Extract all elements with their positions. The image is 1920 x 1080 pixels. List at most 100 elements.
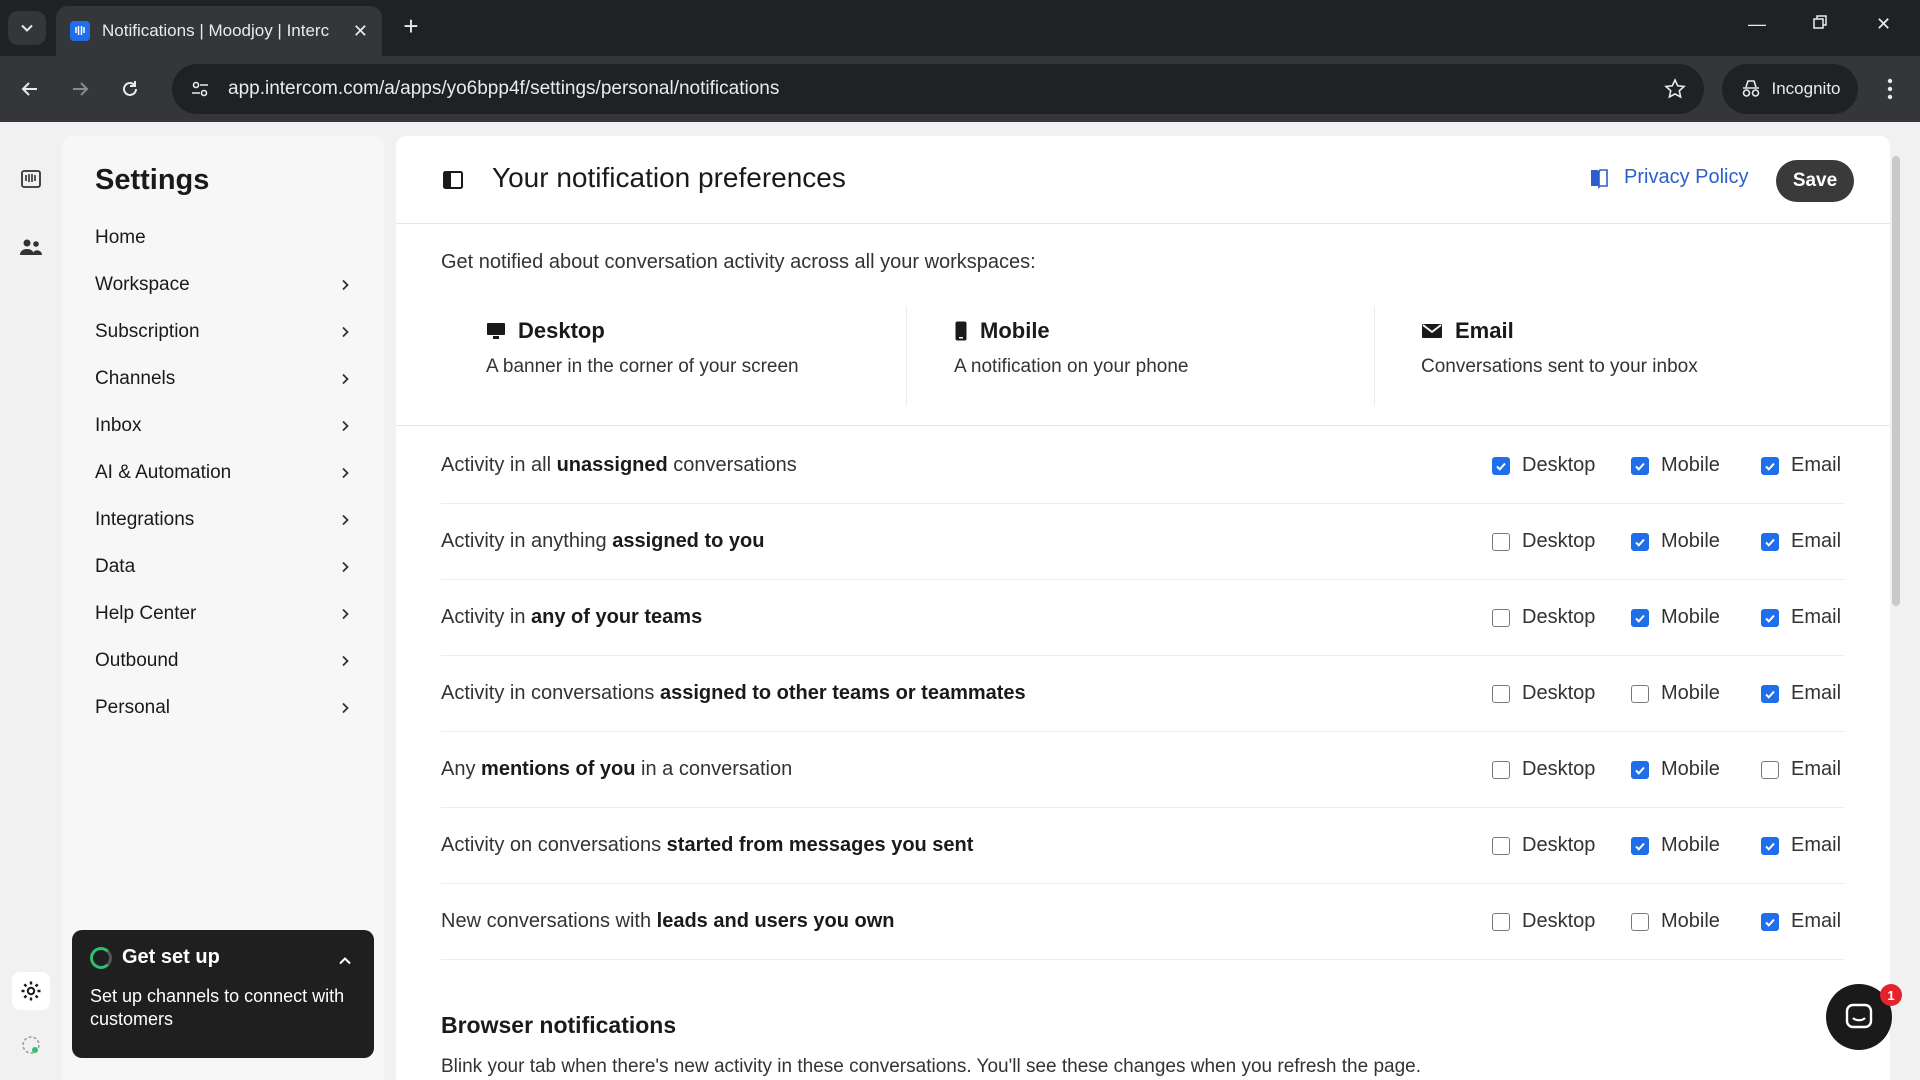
- window-close-icon[interactable]: ✕: [1876, 14, 1891, 35]
- sidebar-item-personal[interactable]: Personal: [95, 688, 351, 728]
- mobile-option[interactable]: Mobile: [1631, 682, 1720, 705]
- sidebar-item-inbox[interactable]: Inbox: [95, 406, 351, 446]
- email-checkbox[interactable]: [1761, 836, 1779, 855]
- desktop-checkbox[interactable]: [1492, 608, 1510, 627]
- sidebar-item-subscription[interactable]: Subscription: [95, 312, 351, 352]
- mobile-option[interactable]: Mobile: [1631, 606, 1720, 629]
- desktop-option[interactable]: Desktop: [1492, 834, 1595, 857]
- mobile-checkbox[interactable]: [1631, 608, 1649, 627]
- sidebar-item-outbound[interactable]: Outbound: [95, 641, 351, 681]
- sidebar-item-channels[interactable]: Channels: [95, 359, 351, 399]
- email-checkbox[interactable]: [1761, 532, 1779, 551]
- email-checkbox[interactable]: [1761, 456, 1779, 475]
- tab-search-button[interactable]: [8, 11, 46, 45]
- desktop-checkbox[interactable]: [1492, 456, 1510, 475]
- mobile-checkbox[interactable]: [1631, 684, 1649, 703]
- address-bar[interactable]: app.intercom.com/a/apps/yo6bpp4f/setting…: [172, 64, 1704, 114]
- email-option[interactable]: Email: [1761, 606, 1841, 629]
- mobile-option[interactable]: Mobile: [1631, 454, 1720, 477]
- email-option[interactable]: Email: [1761, 910, 1841, 933]
- site-settings-icon[interactable]: [190, 79, 210, 99]
- more-vertical-icon: [1887, 78, 1893, 100]
- preference-label: Activity in any of your teams: [441, 606, 702, 629]
- desktop-option[interactable]: Desktop: [1492, 910, 1595, 933]
- tab-close-icon[interactable]: ✕: [353, 21, 368, 42]
- chevron-down-icon: [21, 24, 33, 32]
- desktop-checkbox[interactable]: [1492, 912, 1510, 931]
- preference-row: Activity on conversations started from m…: [441, 808, 1844, 884]
- forward-button[interactable]: [64, 73, 96, 105]
- preference-label-text: in a conversation: [635, 758, 793, 780]
- save-button[interactable]: Save: [1776, 160, 1854, 202]
- email-checkbox[interactable]: [1761, 684, 1779, 703]
- sidebar-item-ai-automation[interactable]: AI & Automation: [95, 453, 351, 493]
- email-option[interactable]: Email: [1761, 682, 1841, 705]
- desktop-option-label: Desktop: [1522, 530, 1596, 552]
- incognito-indicator[interactable]: Incognito: [1722, 64, 1858, 114]
- mobile-checkbox[interactable]: [1631, 456, 1649, 475]
- sidebar-item-workspace[interactable]: Workspace: [95, 265, 351, 305]
- desktop-option-label: Desktop: [1522, 834, 1596, 856]
- mobile-option[interactable]: Mobile: [1631, 758, 1720, 781]
- desktop-option[interactable]: Desktop: [1492, 606, 1595, 629]
- desktop-option-label: Desktop: [1522, 454, 1596, 476]
- checkmark-icon: [1635, 842, 1645, 851]
- get-set-up-card[interactable]: Get set up Set up channels to connect wi…: [72, 930, 374, 1058]
- mobile-checkbox[interactable]: [1631, 836, 1649, 855]
- desktop-option[interactable]: Desktop: [1492, 682, 1595, 705]
- preference-label-text: Activity on conversations: [441, 834, 667, 856]
- browser-tab[interactable]: Notifications | Moodjoy | Interc ✕: [56, 6, 382, 56]
- reload-button[interactable]: [114, 73, 146, 105]
- restore-icon[interactable]: [1812, 14, 1828, 35]
- email-checkbox[interactable]: [1761, 912, 1779, 931]
- sidebar-item-integrations[interactable]: Integrations: [95, 500, 351, 540]
- email-checkbox[interactable]: [1761, 608, 1779, 627]
- contacts-icon[interactable]: [16, 232, 46, 262]
- bookmark-star-icon[interactable]: [1664, 78, 1686, 100]
- preference-row: New conversations with leads and users y…: [441, 884, 1844, 960]
- user-avatar-icon[interactable]: [16, 1030, 46, 1060]
- mobile-checkbox[interactable]: [1631, 760, 1649, 779]
- page-scrollbar[interactable]: [1888, 136, 1902, 1076]
- mobile-checkbox[interactable]: [1631, 532, 1649, 551]
- desktop-option-label: Desktop: [1522, 758, 1596, 780]
- desktop-checkbox[interactable]: [1492, 760, 1510, 779]
- mobile-checkbox[interactable]: [1631, 912, 1649, 931]
- arrow-left-icon: [21, 82, 37, 96]
- desktop-checkbox[interactable]: [1492, 532, 1510, 551]
- desktop-checkbox[interactable]: [1492, 836, 1510, 855]
- sidebar-item-label: Help Center: [95, 603, 197, 624]
- mobile-option[interactable]: Mobile: [1631, 910, 1720, 933]
- email-option[interactable]: Email: [1761, 530, 1841, 553]
- collapse-sidebar-icon[interactable]: [442, 170, 464, 190]
- intercom-favicon-icon: [70, 21, 90, 41]
- sidebar-item-help-center[interactable]: Help Center: [95, 594, 351, 634]
- chevron-up-icon[interactable]: [338, 954, 352, 968]
- desktop-checkbox[interactable]: [1492, 684, 1510, 703]
- sidebar-item-data[interactable]: Data: [95, 547, 351, 587]
- minimize-icon[interactable]: —: [1748, 14, 1766, 35]
- email-option[interactable]: Email: [1761, 758, 1841, 781]
- sidebar-item-home[interactable]: Home: [95, 218, 351, 258]
- back-button[interactable]: [14, 73, 46, 105]
- desktop-option[interactable]: Desktop: [1492, 454, 1595, 477]
- preference-label: Activity on conversations started from m…: [441, 834, 973, 857]
- inbox-icon[interactable]: [16, 164, 46, 194]
- mobile-option[interactable]: Mobile: [1631, 834, 1720, 857]
- mobile-option[interactable]: Mobile: [1631, 530, 1720, 553]
- settings-gear-icon[interactable]: [12, 972, 50, 1010]
- email-option[interactable]: Email: [1761, 834, 1841, 857]
- desktop-option-label: Desktop: [1522, 910, 1596, 932]
- preference-label-text: Activity in conversations: [441, 682, 660, 704]
- checkmark-icon: [1765, 690, 1775, 699]
- privacy-policy-link[interactable]: Privacy Policy: [1588, 166, 1748, 189]
- chevron-right-icon: [342, 608, 349, 620]
- desktop-option[interactable]: Desktop: [1492, 758, 1595, 781]
- privacy-policy-label: Privacy Policy: [1624, 166, 1749, 188]
- email-option[interactable]: Email: [1761, 454, 1841, 477]
- email-checkbox[interactable]: [1761, 760, 1779, 779]
- desktop-option[interactable]: Desktop: [1492, 530, 1595, 553]
- scrollbar-thumb[interactable]: [1892, 156, 1900, 606]
- new-tab-button[interactable]: +: [396, 12, 426, 42]
- browser-menu-button[interactable]: [1876, 73, 1904, 105]
